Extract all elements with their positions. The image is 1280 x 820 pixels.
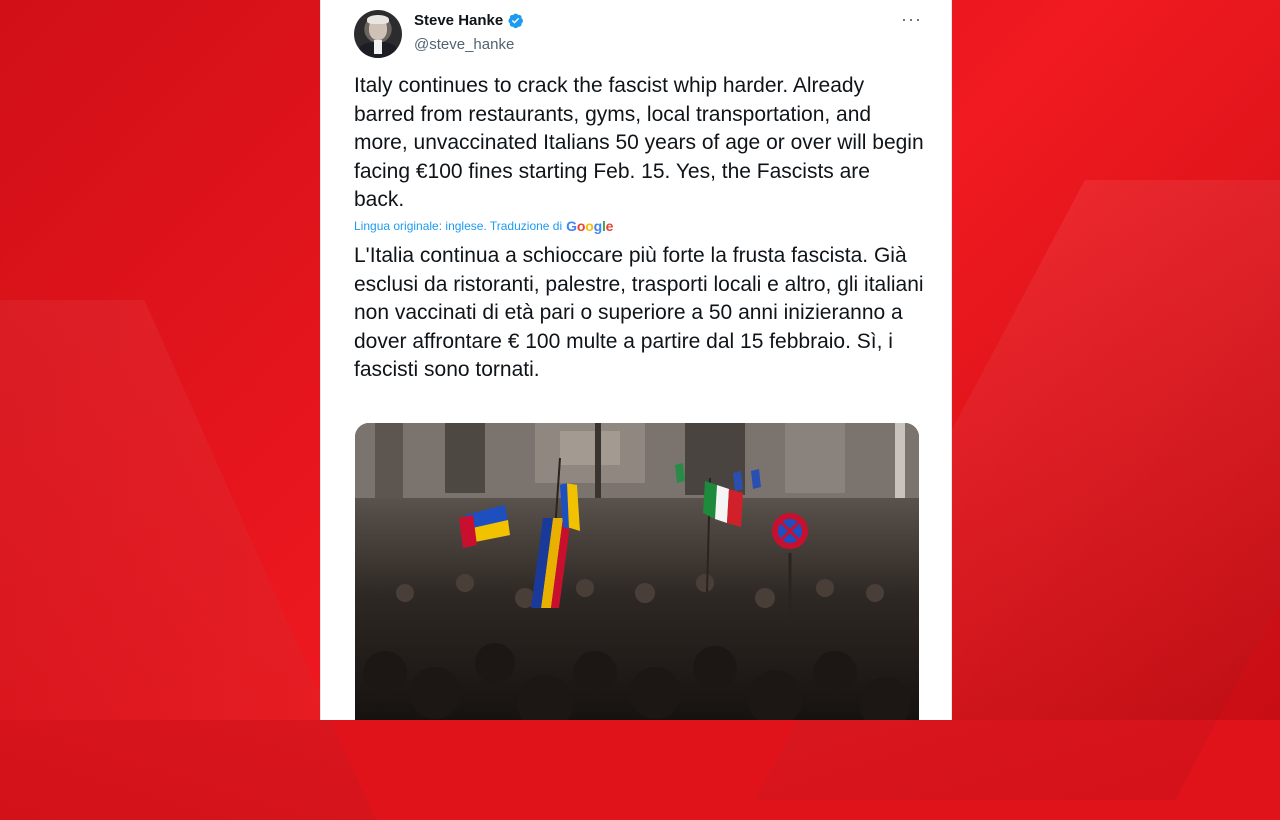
author-row: Steve Hanke xyxy=(414,12,524,29)
more-options-icon[interactable]: ··· xyxy=(901,10,922,28)
author-name[interactable]: Steve Hanke xyxy=(414,12,503,29)
verified-badge-icon xyxy=(508,13,524,29)
translation-notice: Lingua originale: inglese. Traduzione di… xyxy=(354,218,613,234)
tweet-text: Italy continues to crack the fascist whi… xyxy=(354,74,924,211)
author-handle[interactable]: @steve_hanke xyxy=(414,36,514,53)
crowd-protest-image xyxy=(355,423,919,720)
tweet-photo[interactable] xyxy=(355,423,919,720)
google-logo: Google xyxy=(566,218,614,234)
translated-text: L'Italia continua a schioccare più forte… xyxy=(354,244,924,381)
tweet-card: Steve Hanke @steve_hanke ··· Italy conti… xyxy=(320,0,952,720)
avatar[interactable] xyxy=(354,10,402,58)
translation-notice-text[interactable]: Lingua originale: inglese. Traduzione di xyxy=(354,219,562,233)
